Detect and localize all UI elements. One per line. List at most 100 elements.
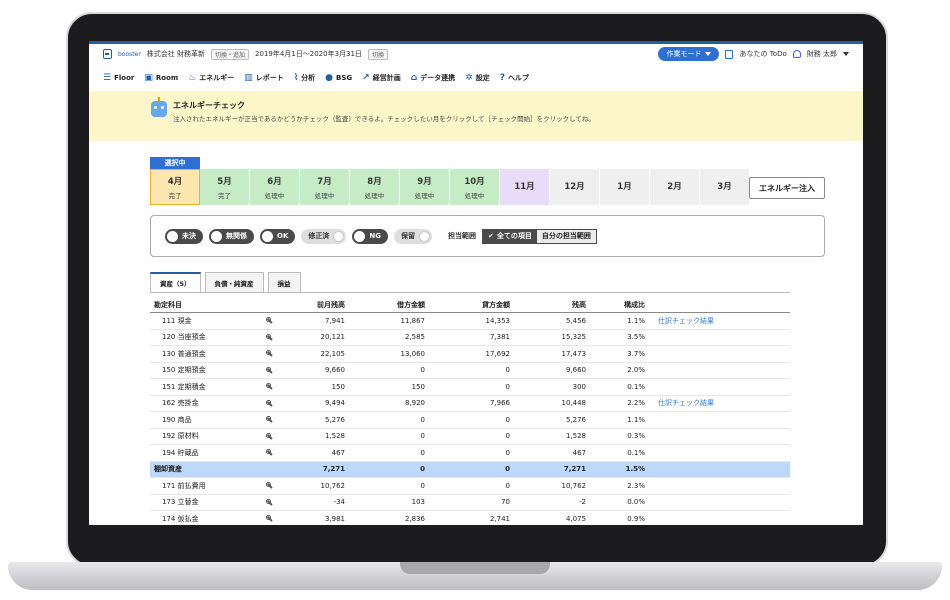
account-name: 190 商品: [162, 415, 192, 424]
toggle-knob-icon: [333, 230, 345, 242]
energy-inject-button[interactable]: エネルギー注入: [749, 177, 825, 199]
prev-balance: 22,105: [320, 349, 346, 358]
prev-balance: 5,276: [324, 415, 345, 424]
month-tab[interactable]: 8月 処理中: [350, 169, 400, 205]
debit-amount: 11,867: [400, 316, 426, 325]
prev-balance: 9,494: [324, 399, 345, 408]
month-tab[interactable]: 11月: [500, 169, 550, 205]
filter-toggle-label: OK: [277, 232, 289, 240]
prev-balance: 9,660: [324, 366, 345, 375]
table-row[interactable]: 174 仮払金 3,981 2,836 2,741 4,075 0.9%: [150, 511, 790, 525]
period-switch-button[interactable]: 切換: [367, 48, 388, 60]
month-label: 1月: [617, 181, 632, 192]
account-name: 111 現金: [162, 316, 192, 325]
table-row[interactable]: 151 定期積金 150 150 0 300 0.1%: [150, 379, 790, 396]
check-icon: ✔: [487, 232, 494, 240]
scope-mine-button[interactable]: 自分の担当範囲: [536, 229, 596, 243]
report-tab[interactable]: 資産（5）: [150, 272, 201, 292]
nav-item-7[interactable]: ⌂ データ連携: [411, 73, 455, 83]
filter-toggle-label: 修正済: [308, 232, 330, 240]
balance: 467: [572, 448, 586, 457]
filter-toggle[interactable]: NG: [352, 228, 388, 244]
subtotal-row[interactable]: 棚卸資産 7,271 0 0 7,271 1.5%: [150, 461, 790, 478]
nav-item-label: 設定: [475, 74, 490, 82]
nav-item-9[interactable]: ? ヘルプ: [500, 73, 529, 83]
selected-month-label: 選択中: [150, 157, 200, 169]
nav-item-label: Room: [155, 74, 179, 82]
nav-item-2[interactable]: ♨ エネルギー: [188, 73, 234, 83]
report-tab[interactable]: 負債・純資産: [204, 272, 264, 292]
nav-item-5[interactable]: ● BSG: [325, 72, 352, 83]
filter-toggle[interactable]: 無関係: [209, 228, 254, 244]
prev-balance: 20,121: [320, 333, 346, 342]
month-tab[interactable]: 12月: [550, 169, 600, 205]
report-tab[interactable]: 損益: [267, 272, 301, 292]
nav-item-0[interactable]: ☰ Floor: [103, 73, 135, 83]
month-tab[interactable]: 5月 完了: [200, 169, 250, 205]
prev-balance: 7,941: [324, 316, 345, 325]
month-tab[interactable]: 7月 処理中: [300, 169, 350, 205]
table-row[interactable]: 150 定期預金 9,660 0 0 9,660 2.0%: [150, 363, 790, 379]
journal-check-link[interactable]: 仕訳チェック結果: [650, 396, 780, 412]
filter-toggle[interactable]: 未決: [165, 228, 203, 244]
scope-label: 担当範囲: [447, 232, 476, 240]
table-row[interactable]: 130 普通預金 22,105 13,060 17,692 17,473 3.7%: [150, 346, 790, 363]
credit-amount: 14,353: [485, 316, 511, 325]
balance: 5,276: [565, 415, 586, 424]
month-tab[interactable]: 6月 処理中: [250, 169, 300, 205]
debit-amount: 8,920: [404, 399, 425, 408]
table-row[interactable]: 190 商品 5,276 0 0 5,276 1.1%: [150, 412, 790, 429]
month-tab[interactable]: 4月 完了: [150, 169, 200, 205]
journal-check-link[interactable]: 仕訳チェック結果: [650, 313, 780, 329]
nav-item-6[interactable]: ↗ 経営計画: [362, 73, 401, 83]
prev-balance: 10,762: [320, 481, 346, 490]
month-label: 3月: [717, 181, 732, 192]
todo-link[interactable]: あなたの ToDo: [739, 49, 786, 59]
robot-icon: [151, 97, 167, 117]
filter-toggle-label: NG: [369, 232, 381, 240]
nav-item-label: ヘルプ: [507, 74, 529, 82]
nav-item-3[interactable]: ▥ レポート: [244, 73, 284, 83]
nav-item-label: Floor: [114, 74, 135, 82]
account-name: 192 原材料: [162, 432, 199, 441]
table-row[interactable]: 111 現金 7,941 11,867 14,353 5,456 1.1% 仕訳チェック結果: [150, 313, 790, 330]
month-tabs: 4月 完了 5月 完了 6月 処理中 7月 処理中 8月 処理中 9月 処理中 10月 処理中 11月 12月…: [150, 169, 750, 205]
nav-item-1[interactable]: ▣ Room: [144, 72, 179, 83]
month-tab[interactable]: 2月: [650, 169, 700, 205]
ratio: 3.5%: [627, 333, 645, 342]
room-icon: ▣: [144, 72, 153, 83]
debit-amount: 2,585: [404, 333, 425, 342]
ratio: 2.0%: [627, 366, 645, 375]
filter-toggle[interactable]: 保留: [393, 228, 432, 244]
bsg-icon: ●: [325, 72, 334, 83]
nav-item-4[interactable]: ⌇ 分析: [294, 73, 315, 83]
balance: 15,325: [561, 333, 587, 342]
fiscal-period: 2019年4月1日～2020年3月31日: [255, 50, 362, 58]
company-switch-button[interactable]: 切換・追加: [211, 48, 250, 60]
month-tab[interactable]: 9月 処理中: [400, 169, 450, 205]
scope-all-button[interactable]: ✔ 全ての項目: [482, 229, 537, 243]
work-mode-dropdown[interactable]: 作業モード: [658, 47, 720, 61]
filter-toggle[interactable]: 修正済: [301, 228, 347, 244]
month-label: 4月: [167, 176, 183, 187]
table-row[interactable]: 194 貯蔵品 467 0 0 467 0.1%: [150, 445, 790, 462]
prev-balance: 150: [331, 382, 345, 391]
user-menu[interactable]: 財務 太郎: [807, 49, 837, 59]
account-name: 棚卸資産: [154, 465, 182, 474]
table-row[interactable]: 120 当座預金 20,121 2,585 7,381 15,325 3.5%: [150, 330, 790, 346]
table-row[interactable]: 192 原材料 1,528 0 0 1,528 0.3%: [150, 429, 790, 445]
month-status: 処理中: [264, 191, 285, 200]
month-tab[interactable]: 10月 処理中: [450, 169, 500, 205]
credit-amount: 17,692: [485, 349, 511, 358]
balance: 300: [572, 382, 586, 391]
credit-amount: 7,381: [489, 333, 510, 342]
table-row[interactable]: 162 売掛金 9,494 8,920 7,966 10,448 2.2% 仕訳チェック結果: [150, 396, 790, 412]
account-name: 120 当座預金: [162, 333, 206, 342]
table-row[interactable]: 171 前払費用 10,762 0 0 10,762 2.3%: [150, 478, 790, 495]
filter-toggle[interactable]: OK: [260, 228, 296, 244]
table-row[interactable]: 173 立替金 -34 103 70 -2 0.0%: [150, 495, 790, 511]
month-tab[interactable]: 1月: [600, 169, 650, 205]
nav-item-8[interactable]: ✲ 設定: [465, 73, 490, 83]
month-tab[interactable]: 3月: [700, 169, 750, 205]
credit-amount: 70: [501, 498, 510, 507]
